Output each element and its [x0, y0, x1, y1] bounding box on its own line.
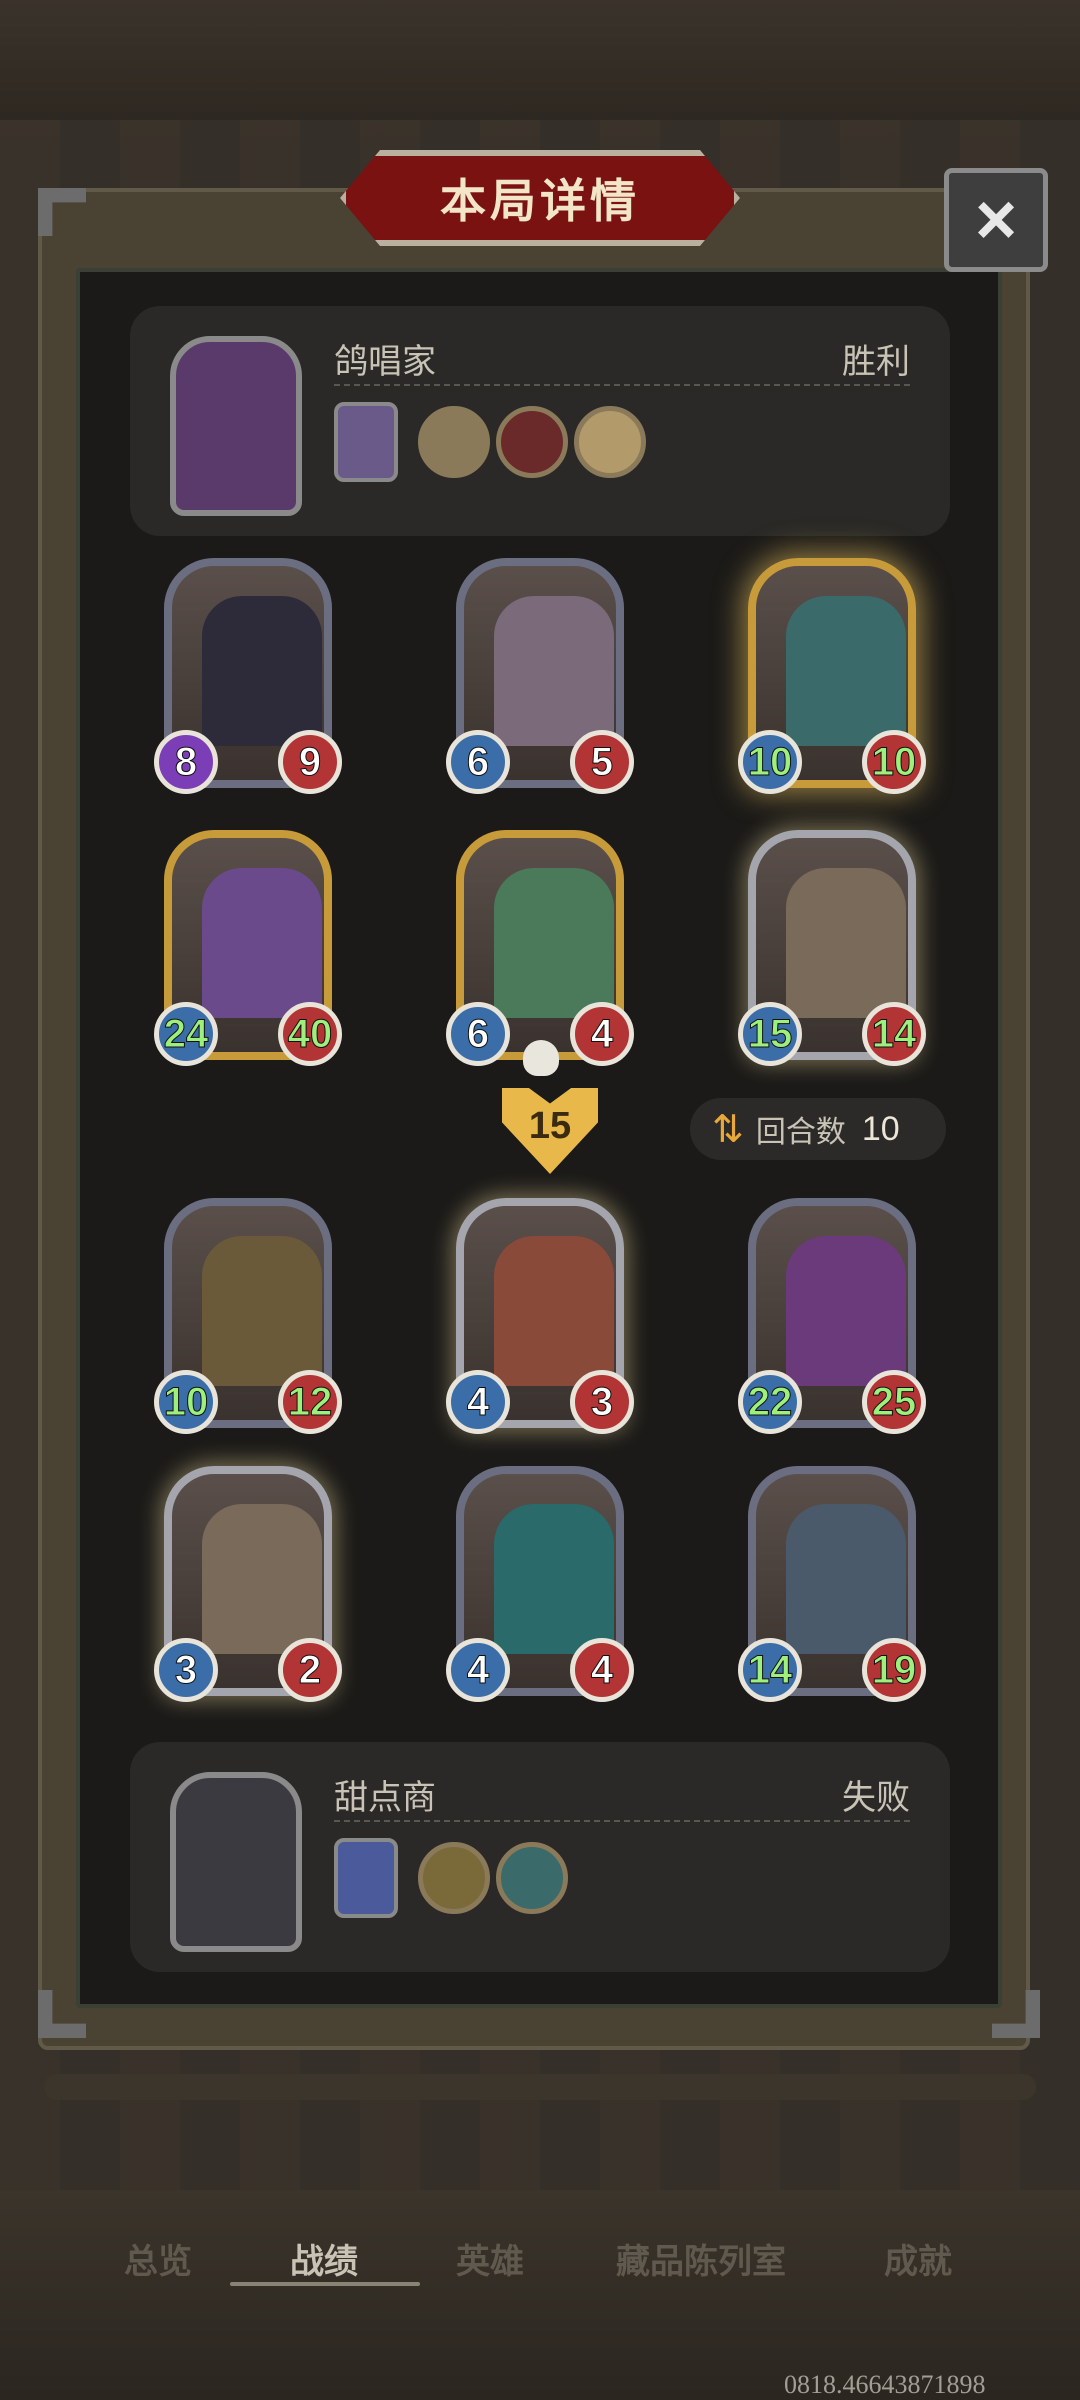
close-button[interactable]: ×	[944, 168, 1048, 272]
attack-stat: 6	[446, 1002, 510, 1066]
health-stat: 4	[570, 1638, 634, 1702]
attack-stat: 6	[446, 730, 510, 794]
attack-stat: 14	[738, 1638, 802, 1702]
unit-card[interactable]: 10 10	[738, 558, 926, 794]
loser-panel: 甜点商 失败	[130, 1742, 950, 1972]
health-stat: 12	[278, 1370, 342, 1434]
top-background	[0, 0, 1080, 140]
nav-tab-achievements[interactable]: 成就	[884, 2234, 952, 2283]
dialog-title-banner: 本局详情	[340, 150, 740, 246]
winner-panel: 鸽唱家 胜利	[130, 306, 950, 536]
attack-stat: 22	[738, 1370, 802, 1434]
nav-tab-heroes[interactable]: 英雄	[456, 2234, 524, 2283]
unit-card[interactable]: 22 25	[738, 1198, 926, 1434]
nav-tab-records[interactable]: 战绩	[290, 2234, 358, 2283]
unit-card[interactable]: 24 40	[154, 830, 342, 1066]
swap-arrows-icon: ⇅	[712, 1108, 744, 1151]
attack-stat: 10	[154, 1370, 218, 1434]
round-count: ⇅ 回合数 10	[690, 1098, 946, 1160]
attack-stat: 24	[154, 1002, 218, 1066]
unit-card[interactable]: 15 14	[738, 830, 926, 1066]
dialog-shadow-bar	[44, 2074, 1036, 2100]
loser-name: 甜点商	[334, 1779, 436, 1817]
nav-tab-collection[interactable]: 藏品陈列室	[616, 2234, 786, 2283]
round-value: 10	[861, 1109, 900, 1148]
unit-card[interactable]: 6 4	[446, 830, 634, 1066]
jar-relic-icon[interactable]	[496, 1842, 568, 1914]
attack-stat: 3	[154, 1638, 218, 1702]
bottom-nav	[0, 2190, 1080, 2400]
round-label: 回合数	[755, 1116, 846, 1149]
close-icon: ×	[974, 180, 1018, 260]
winner-portrait[interactable]	[170, 336, 302, 516]
winner-result: 胜利	[842, 343, 910, 381]
fan-relic-icon[interactable]	[418, 406, 490, 478]
hammer-relic-icon[interactable]	[418, 1842, 490, 1914]
health-stat: 2	[278, 1638, 342, 1702]
unit-card[interactable]: 10 12	[154, 1198, 342, 1434]
health-stat: 5	[570, 730, 634, 794]
health-stat: 10	[862, 730, 926, 794]
unit-card[interactable]: 8 9	[154, 558, 342, 794]
winner-name: 鸽唱家	[334, 343, 436, 381]
attack-stat: 10	[738, 730, 802, 794]
attack-stat: 15	[738, 1002, 802, 1066]
health-stat: 4	[570, 1002, 634, 1066]
user-id: 0818.46643871898	[784, 2370, 986, 2399]
active-tab-indicator	[230, 2282, 420, 2286]
loser-result: 失败	[842, 1779, 910, 1817]
dialog-title: 本局详情	[440, 175, 640, 227]
dress-relic-icon[interactable]	[496, 406, 568, 478]
unit-card[interactable]: 14 19	[738, 1466, 926, 1702]
hero-card-icon[interactable]	[334, 1838, 398, 1918]
divider	[334, 1820, 910, 1822]
unit-card[interactable]: 4 4	[446, 1466, 634, 1702]
hero-card-icon[interactable]	[334, 402, 398, 482]
clock-relic-icon[interactable]	[574, 406, 646, 478]
health-stat: 19	[862, 1638, 926, 1702]
unit-card[interactable]: 4 3	[446, 1198, 634, 1434]
damage-value: 15	[528, 1104, 572, 1147]
divider	[334, 384, 910, 386]
nav-tab-overview[interactable]: 总览	[124, 2234, 192, 2283]
health-stat: 14	[862, 1002, 926, 1066]
health-stat: 9	[278, 730, 342, 794]
loser-portrait[interactable]	[170, 1772, 302, 1952]
unit-card[interactable]: 6 5	[446, 558, 634, 794]
unit-card[interactable]: 3 2	[154, 1466, 342, 1702]
attack-stat: 8	[154, 730, 218, 794]
health-stat: 3	[570, 1370, 634, 1434]
health-stat: 25	[862, 1370, 926, 1434]
attack-stat: 4	[446, 1370, 510, 1434]
attack-stat: 4	[446, 1638, 510, 1702]
skull-icon	[523, 1040, 559, 1076]
health-stat: 40	[278, 1002, 342, 1066]
